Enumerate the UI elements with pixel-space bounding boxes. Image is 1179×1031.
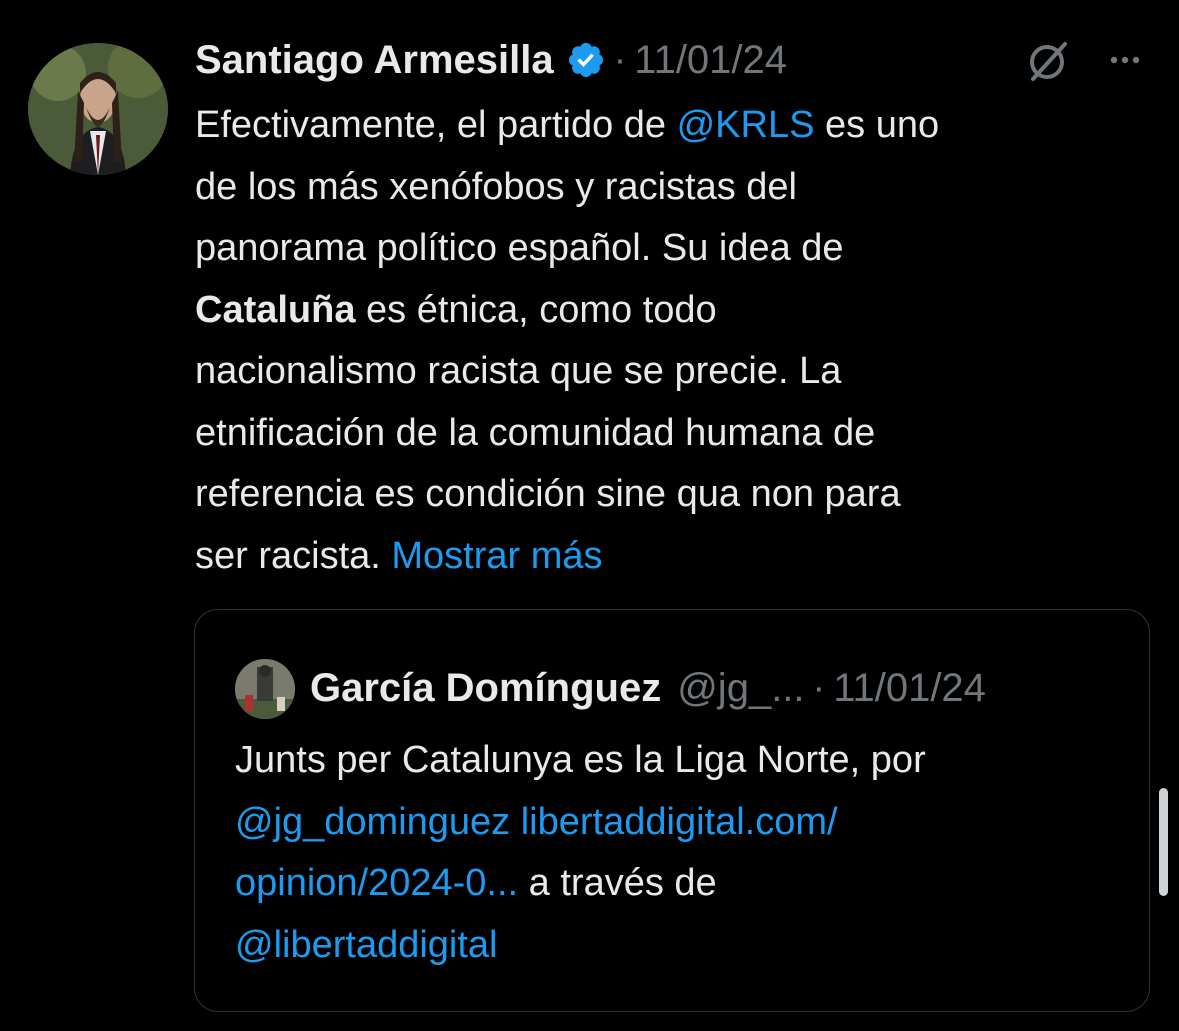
- show-more-link[interactable]: Mostrar más: [391, 535, 602, 577]
- article-url-link[interactable]: opinion/2024-0...: [235, 862, 518, 904]
- separator-dot: ·: [812, 666, 826, 709]
- verified-badge-icon: [566, 40, 606, 80]
- tweet-header: Santiago Armesilla · 11/01/24: [195, 30, 1155, 90]
- tweet-date[interactable]: 11/01/24: [634, 38, 787, 83]
- text-segment: a través de: [518, 862, 717, 904]
- quoted-author-name[interactable]: García Domínguez: [310, 666, 661, 711]
- text-line: referencia es condición sine qua non par…: [195, 473, 901, 515]
- tweet-text: Efectivamente, el partido de @KRLS es un…: [195, 95, 1140, 587]
- quoted-links[interactable]: @jg_dominguez libertaddigital.com/: [235, 792, 1115, 854]
- quoted-tweet-text: Junts per Catalunya es la Liga Norte, po…: [235, 730, 1115, 976]
- text-line: Junts per Catalunya es la Liga Norte, po…: [235, 739, 926, 781]
- text-segment: ser racista.: [195, 534, 392, 577]
- bold-text: Cataluña: [195, 288, 356, 331]
- mention-link[interactable]: @KRLS: [677, 104, 815, 146]
- text-line: nacionalismo racista que se precie. La: [195, 350, 842, 392]
- quoted-tweet-date[interactable]: 11/01/24: [833, 666, 986, 711]
- text-segment: es étnica, como todo: [355, 288, 717, 331]
- text-segment: es uno: [814, 104, 940, 146]
- avatar[interactable]: [28, 43, 168, 175]
- more-options-icon[interactable]: [1105, 40, 1145, 80]
- grok-icon[interactable]: [1025, 38, 1071, 84]
- author-name[interactable]: Santiago Armesilla: [195, 38, 554, 83]
- text-line: panorama político español. Su idea de: [195, 227, 844, 269]
- mention-link[interactable]: @libertaddigital: [235, 915, 1115, 977]
- text-line: etnificación de la comunidad humana de: [195, 411, 876, 454]
- quoted-avatar[interactable]: [235, 659, 295, 719]
- text-segment: Efectivamente, el partido de: [195, 104, 677, 146]
- quoted-tweet-header: García Domínguez @jg_... · 11/01/24: [310, 658, 986, 718]
- scrollbar[interactable]: [1159, 788, 1168, 896]
- quoted-author-handle[interactable]: @jg_...: [677, 666, 804, 711]
- text-line: de los más xenófobos y racistas del: [195, 165, 797, 208]
- quoted-tweet-card[interactable]: García Domínguez @jg_... · 11/01/24 Junt…: [194, 609, 1150, 1012]
- separator-dot: ·: [613, 38, 627, 81]
